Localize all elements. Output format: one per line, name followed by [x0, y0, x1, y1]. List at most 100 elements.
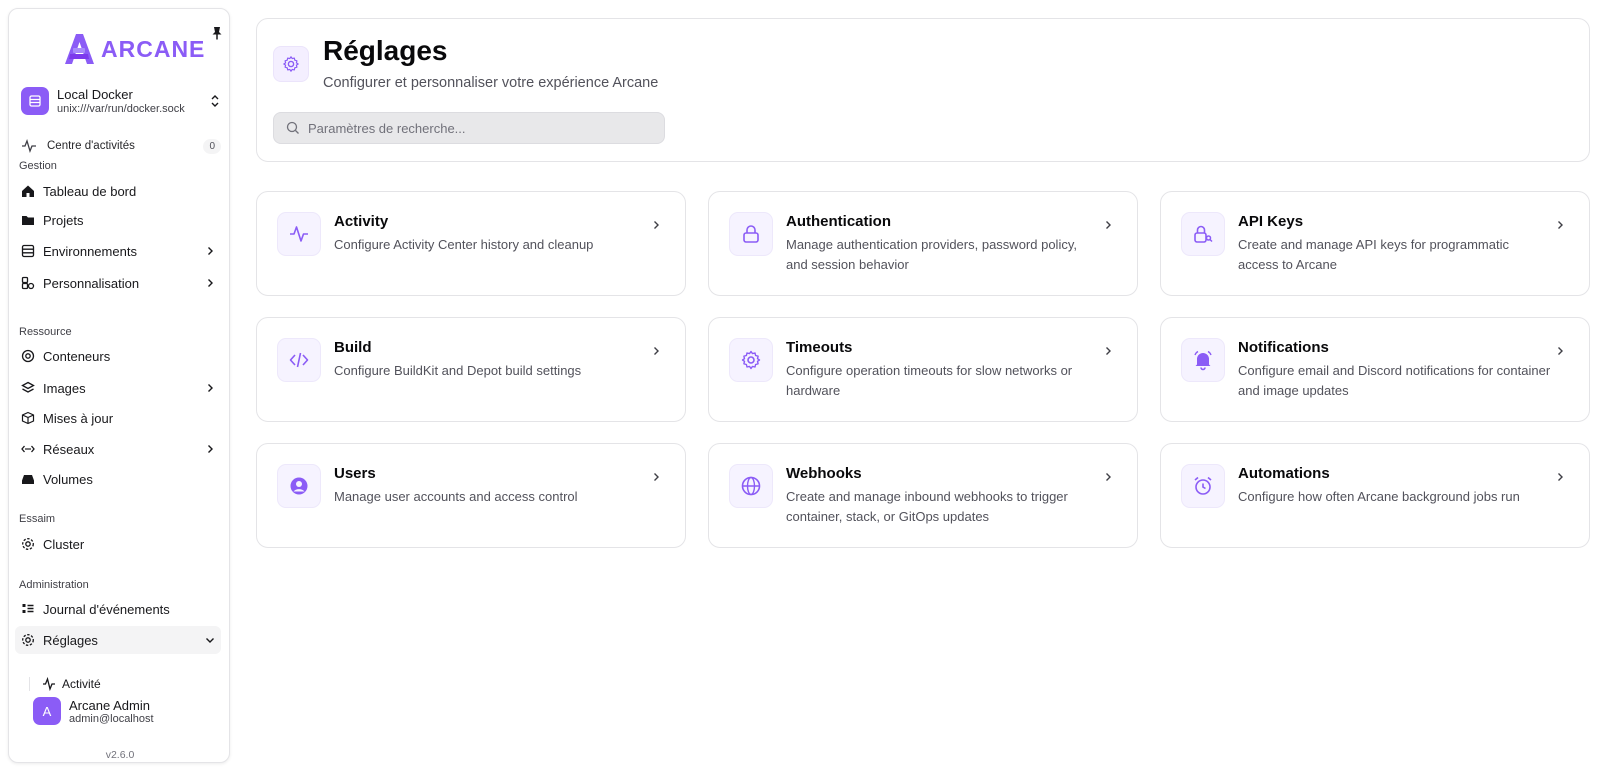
chevron-right-icon	[654, 473, 659, 481]
chevron-right-icon	[1558, 347, 1563, 355]
pin-icon[interactable]	[209, 25, 225, 41]
settings-card-activity[interactable]: Activity Configure Activity Center histo…	[256, 191, 686, 296]
nav-item-label: Projets	[43, 212, 84, 228]
environment-switcher[interactable]: Local Docker unix:///var/run/docker.sock	[21, 81, 221, 121]
nav-item-updates[interactable]: Mises à jour	[15, 404, 221, 432]
card-description: Create and manage API keys for programma…	[1238, 237, 1509, 272]
code-icon	[277, 338, 321, 382]
section-ressource: Ressource	[19, 326, 72, 338]
home-icon	[22, 185, 34, 197]
chevron-right-icon	[208, 247, 213, 255]
search-input[interactable]: Paramètres de recherche...	[273, 112, 665, 144]
subnav-item-label: Activité	[62, 677, 101, 691]
nav-item-containers[interactable]: Conteneurs	[15, 342, 221, 370]
card-description: Manage user accounts and access control	[334, 489, 578, 504]
card-description: Create and manage inbound webhooks to tr…	[786, 489, 1068, 524]
nav-item-networks[interactable]: Réseaux	[15, 435, 221, 463]
section-administration: Administration	[19, 579, 89, 591]
user-circle-icon	[277, 464, 321, 508]
chevron-right-icon	[1558, 221, 1563, 229]
list-icon	[22, 604, 34, 613]
activity-center[interactable]: Centre d'activités 0	[21, 135, 221, 157]
brand-logo[interactable]: ARCANE	[61, 29, 205, 69]
nav-item-cluster[interactable]: Cluster	[15, 530, 221, 558]
page-title: Réglages	[323, 35, 448, 66]
chevron-right-icon	[654, 221, 659, 229]
activity-center-label: Centre d'activités	[47, 140, 135, 152]
page-subtitle: Configurer et personnaliser votre expéri…	[323, 75, 659, 91]
chevron-right-icon	[1558, 473, 1563, 481]
layers-icon	[21, 381, 35, 393]
nav-item-label: Conteneurs	[43, 348, 111, 364]
card-title: Activity	[334, 213, 389, 230]
chevron-down-icon	[206, 638, 214, 643]
settings-card-build[interactable]: Build Configure BuildKit and Depot build…	[256, 317, 686, 422]
card-title: Webhooks	[786, 465, 862, 482]
nav-item-personalization[interactable]: Personnalisation	[15, 269, 221, 297]
search-icon	[286, 121, 299, 134]
gear-icon	[273, 46, 309, 82]
alarm-clock-icon	[1181, 464, 1225, 508]
nav-item-projects[interactable]: Projets	[15, 206, 221, 234]
settings-card-users[interactable]: Users Manage user accounts and access co…	[256, 443, 686, 548]
nav-item-dashboard[interactable]: Tableau de bord	[15, 177, 221, 205]
settings-card-api-keys[interactable]: API Keys Create and manage API keys for …	[1160, 191, 1590, 296]
user-email: admin@localhost	[69, 712, 154, 725]
activity-icon	[43, 677, 55, 691]
environment-socket: unix:///var/run/docker.sock	[57, 103, 185, 115]
folder-icon	[22, 216, 34, 225]
lock-key-icon	[1181, 212, 1225, 256]
card-title: Authentication	[786, 213, 891, 230]
nav-item-label: Journal d'événements	[43, 601, 170, 617]
nav-item-volumes[interactable]: Volumes	[15, 465, 221, 493]
card-description: Configure BuildKit and Depot build setti…	[334, 363, 582, 378]
nav-item-images[interactable]: Images	[15, 374, 221, 402]
chevron-right-icon	[1106, 221, 1111, 229]
arcane-logo-icon	[65, 34, 94, 64]
card-title: Automations	[1238, 465, 1330, 482]
card-title: Timeouts	[786, 339, 853, 356]
chevron-up-down-icon	[211, 95, 219, 107]
lock-icon	[729, 212, 773, 256]
settings-card-authentication[interactable]: Authentication Manage authentication pro…	[708, 191, 1138, 296]
search-placeholder: Paramètres de recherche...	[308, 120, 466, 136]
chevron-right-icon	[1106, 347, 1111, 355]
nav-item-settings[interactable]: Réglages	[15, 626, 221, 654]
gear-icon	[729, 338, 773, 382]
nav-item-label: Environnements	[43, 243, 137, 259]
globe-icon	[729, 464, 773, 508]
card-title: Users	[334, 465, 376, 482]
gear-icon	[22, 634, 34, 646]
settings-card-webhooks[interactable]: Webhooks Create and manage inbound webho…	[708, 443, 1138, 548]
card-title: Notifications	[1238, 339, 1329, 356]
chevron-right-icon	[208, 384, 213, 392]
environment-name: Local Docker	[57, 87, 133, 102]
section-essaim: Essaim	[19, 513, 56, 525]
avatar: A	[33, 697, 61, 725]
section-gestion: Gestion	[19, 160, 57, 172]
nav-item-events[interactable]: Journal d'événements	[15, 595, 221, 623]
nav-item-label: Réseaux	[43, 441, 95, 457]
container-icon	[21, 349, 35, 363]
card-description: Configure operation timeouts for slow ne…	[786, 363, 1073, 398]
activity-icon	[22, 139, 36, 153]
chevron-right-icon	[208, 445, 213, 453]
bell-icon	[1181, 338, 1225, 382]
activity-count-badge: 0	[203, 138, 221, 154]
chevron-right-icon	[654, 347, 659, 355]
nav-item-label: Réglages	[43, 632, 98, 648]
settings-card-notifications[interactable]: Notifications Configure email and Discor…	[1160, 317, 1590, 422]
user-name: Arcane Admin	[69, 697, 150, 713]
settings-card-timeouts[interactable]: Timeouts Configure operation timeouts fo…	[708, 317, 1138, 422]
network-icon	[21, 445, 35, 453]
card-description: Manage authentication providers, passwor…	[786, 237, 1077, 272]
app-version: v2.6.0	[105, 749, 135, 761]
sidebar: ARCANE Local Docker unix:///var/run/dock…	[8, 8, 230, 763]
server-stack-icon	[21, 244, 35, 258]
settings-card-automations[interactable]: Automations Configure how often Arcane b…	[1160, 443, 1590, 548]
chevron-right-icon	[1106, 473, 1111, 481]
nav-item-environments[interactable]: Environnements	[15, 237, 221, 265]
user-menu[interactable]: A Arcane Admin admin@localhost	[33, 691, 154, 731]
subnav-item-settings-activity[interactable]: Activité	[29, 677, 101, 691]
nav-item-label: Cluster	[43, 536, 85, 552]
